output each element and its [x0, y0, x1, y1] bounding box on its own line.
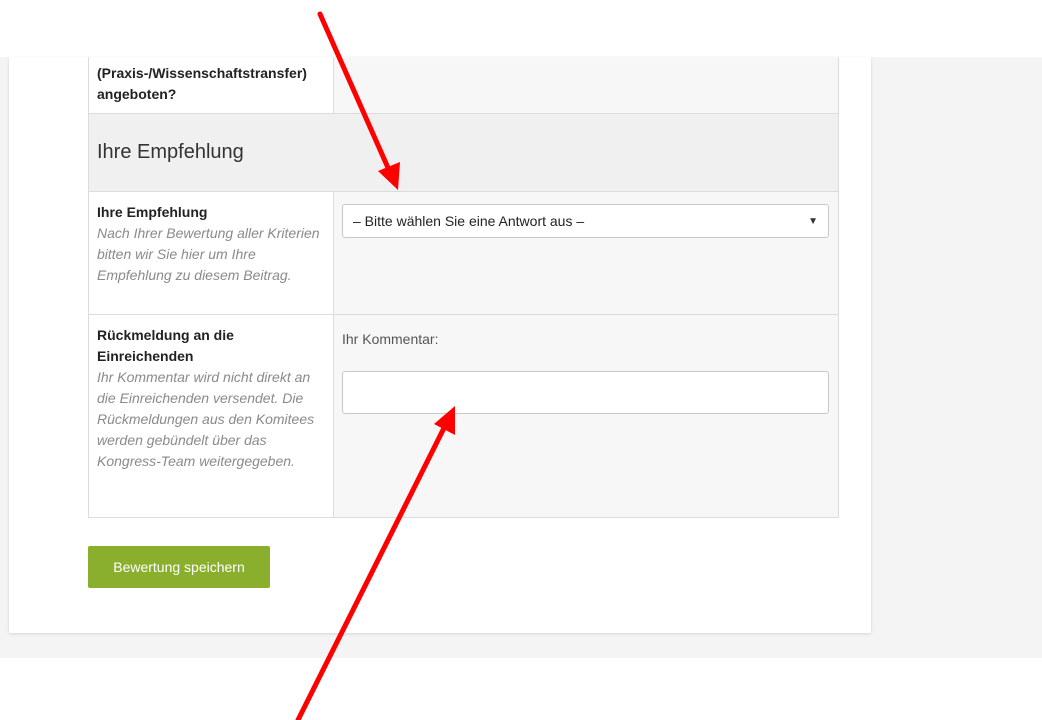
review-form-table: (Praxis-/Wissenschaftstransfer) angebote…	[88, 57, 839, 518]
feedback-value-cell: Ihr Kommentar:	[334, 315, 838, 517]
comment-input[interactable]	[342, 371, 829, 414]
recommendation-select-value: – Bitte wählen Sie eine Antwort aus –	[353, 213, 585, 229]
row-label-cell: (Praxis-/Wissenschaftstransfer) angebote…	[89, 57, 334, 113]
form-row-transfer: (Praxis-/Wissenschaftstransfer) angebote…	[89, 57, 838, 113]
section-heading: Ihre Empfehlung	[89, 113, 838, 191]
row-label: (Praxis-/Wissenschaftstransfer) angebote…	[97, 65, 307, 102]
row-value-cell	[334, 57, 838, 113]
feedback-label-cell: Rückmeldung an die Einreichenden Ihr Kom…	[89, 315, 334, 517]
recommendation-label-cell: Ihre Empfehlung Nach Ihrer Bewertung all…	[89, 192, 334, 314]
recommendation-select[interactable]: – Bitte wählen Sie eine Antwort aus – ▼	[342, 204, 829, 238]
form-row-recommendation: Ihre Empfehlung Nach Ihrer Bewertung all…	[89, 191, 838, 314]
comment-label: Ihr Kommentar:	[342, 331, 439, 347]
recommendation-label: Ihre Empfehlung	[97, 204, 208, 220]
save-rating-button[interactable]: Bewertung speichern	[88, 546, 270, 588]
feedback-label: Rückmeldung an die Einreichenden	[97, 327, 234, 364]
recommendation-hint: Nach Ihrer Bewertung aller Kriterien bit…	[97, 225, 320, 283]
caret-down-icon: ▼	[808, 215, 818, 227]
recommendation-value-cell: – Bitte wählen Sie eine Antwort aus – ▼	[334, 192, 838, 314]
feedback-hint: Ihr Kommentar wird nicht direkt an die E…	[97, 369, 315, 469]
form-row-feedback: Rückmeldung an die Einreichenden Ihr Kom…	[89, 314, 838, 517]
